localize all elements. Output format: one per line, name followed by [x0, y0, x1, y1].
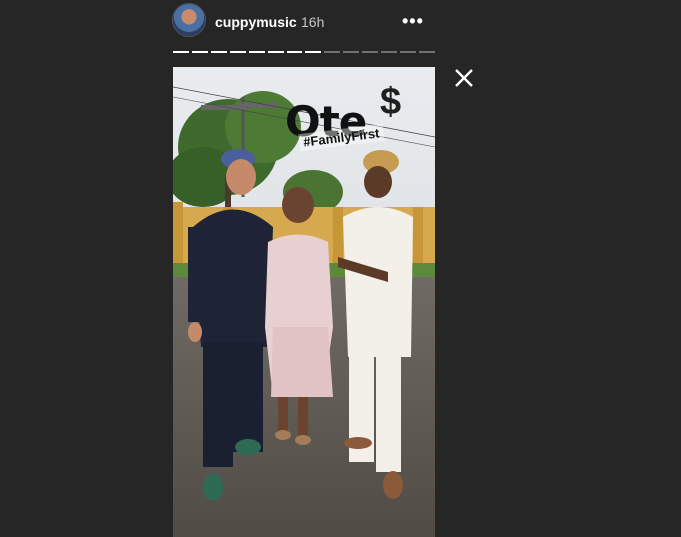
dollar-sticker: $ [380, 81, 402, 123]
progress-segment [324, 51, 341, 53]
progress-segment [229, 51, 246, 53]
progress-segment [173, 51, 189, 53]
progress-segment [267, 51, 284, 53]
progress-segment [343, 51, 360, 53]
progress-segment [248, 51, 265, 53]
close-icon[interactable] [452, 66, 476, 90]
story-progress-bar [173, 51, 435, 53]
timestamp: 16h [301, 14, 325, 30]
progress-segment [210, 51, 227, 53]
more-options-icon[interactable]: ••• [402, 11, 424, 32]
progress-segment [362, 51, 379, 53]
progress-segment [400, 51, 416, 53]
progress-segment [381, 51, 398, 53]
username[interactable]: cuppymusic [215, 14, 297, 30]
progress-segment [418, 51, 435, 53]
avatar[interactable] [173, 4, 205, 36]
progress-segment [191, 51, 208, 53]
story-media[interactable]: Ote $ #FamilyFirst [173, 67, 435, 537]
progress-segment [286, 51, 303, 53]
progress-segment [305, 51, 322, 53]
story-header: cuppymusic 16h ••• [173, 4, 435, 38]
